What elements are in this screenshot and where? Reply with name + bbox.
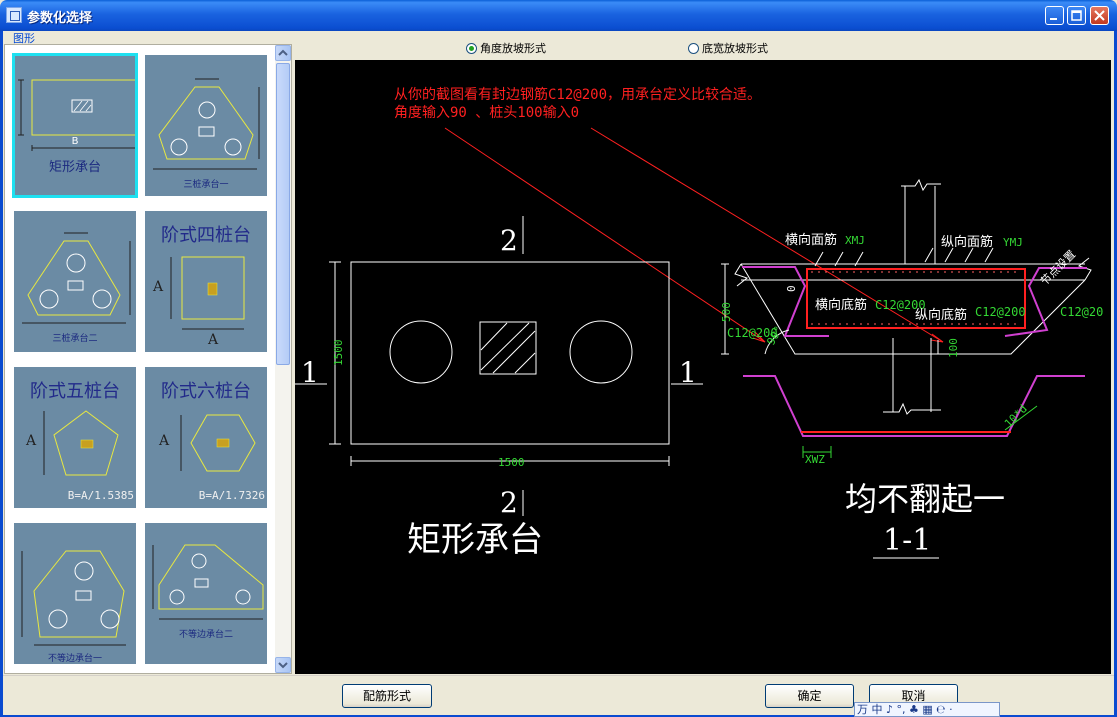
label-ymj-cn: 纵向面筋 [941, 234, 993, 250]
thumb-step-four-pile[interactable]: 阶式四桩台 A A [143, 209, 269, 354]
thumb-dim-label: A [208, 332, 219, 348]
shape-thumbnail-grid: B 矩形承台 三桩承台一 三桩承台二 阶式四桩台 A A 阶式五桩台 A B=A… [5, 45, 275, 673]
radio-circle[interactable] [466, 42, 477, 54]
vertical-scrollbar[interactable] [275, 45, 291, 673]
thumb-caption: 不等边承台一 [47, 654, 102, 664]
section-mark-left: 1 [301, 356, 319, 389]
ok-button[interactable]: 确定 [765, 684, 854, 708]
step-four-pile-drawing [170, 256, 245, 330]
thumb-step-five-pile[interactable]: 阶式五桩台 A B=A/1.5385 [12, 365, 138, 510]
scroll-up-button[interactable] [275, 45, 291, 61]
thumb-step-six-pile[interactable]: 阶式六桩台 A B=A/1.7326 [143, 365, 269, 510]
label-long-bottom-cn: 纵向底筋 [915, 307, 967, 323]
label-xmj-cn: 横向面筋 [785, 232, 837, 248]
app-icon [6, 7, 22, 23]
plan-view: 2 2 1 1 1500 1500 矩形承台 [295, 216, 703, 560]
thumb-uneven-cap-2[interactable]: 不等边承台二 [143, 521, 269, 666]
label-top-bottom-cn: 横向底筋 [815, 297, 867, 313]
radio-circle[interactable] [688, 42, 699, 54]
title-bar: 参数化选择 [0, 0, 1117, 31]
scroll-thumb[interactable] [276, 63, 290, 365]
thumb-caption: 三桩承台一 [183, 180, 229, 190]
uneven-cap-2-drawing [152, 544, 264, 620]
chevron-down-icon [278, 662, 288, 669]
thumb-dim-label: A [159, 433, 170, 449]
minimize-button[interactable] [1045, 6, 1064, 25]
close-button[interactable] [1090, 6, 1109, 25]
label-xwz: XWZ [805, 453, 825, 466]
thumb-dim-label: A [26, 433, 37, 449]
radio-label: 角度放坡形式 [480, 42, 546, 55]
close-icon [1094, 10, 1105, 21]
thumb-caption: 矩形承台 [48, 160, 101, 175]
thumb-formula: B=A/1.7326 [198, 489, 265, 502]
shape-list-panel: B 矩形承台 三桩承台一 三桩承台二 阶式四桩台 A A 阶式五桩台 A B=A… [4, 44, 292, 674]
plan-dim-width: 1500 [498, 456, 525, 469]
thumb-three-pile-2[interactable]: 三桩承台二 [12, 209, 138, 354]
plan-dim-height: 1500 [332, 340, 345, 367]
dim-0: 0 [785, 285, 798, 292]
dim-100: 100 [947, 338, 960, 358]
maximize-icon [1071, 10, 1082, 21]
label-xmj: XMJ [845, 234, 865, 247]
slope-mode-radio-group: 角度放坡形式 底宽放坡形式 [296, 36, 1111, 58]
section-mark-bottom: 2 [500, 486, 518, 519]
thumb-dim-label: A [153, 279, 164, 295]
label-long-bottom-val: C12@200 [975, 305, 1026, 319]
thumb-uneven-cap-1[interactable]: 不等边承台一 [12, 521, 138, 666]
three-pile-1-drawing [153, 78, 260, 170]
label-10d: 10*d [1002, 402, 1030, 430]
thumb-caption: 不等边承台二 [178, 630, 233, 640]
chevron-up-icon [278, 49, 288, 56]
window-title: 参数化选择 [27, 11, 93, 26]
dim-500: 500 [720, 302, 733, 322]
section-mark-right: 1 [679, 356, 697, 389]
section-id: 1-1 [883, 523, 931, 558]
rebar-form-button[interactable]: 配筋形式 [342, 684, 432, 708]
section-caption: 均不翻起一 [845, 480, 1005, 518]
label-right-rebar: C12@20 [1060, 305, 1103, 319]
uneven-cap-1-drawing [21, 550, 126, 646]
note-line-2: 角度输入90 、桩头100输入0 [394, 104, 579, 121]
thumb-formula: B=A/1.5385 [67, 489, 134, 502]
thumb-dim-label: B [71, 136, 79, 147]
section-view: 横向面筋 XMJ 纵向面筋 YMJ 横向底筋 C12@200 纵向底筋 C12@… [720, 178, 1103, 559]
thumb-rect-cap[interactable]: B 矩形承台 [12, 53, 138, 198]
maximize-button[interactable] [1067, 6, 1086, 25]
drawing-canvas: 从你的截图看有封边钢筋C12@200，用承台定义比较合适。 角度输入90 、桩头… [295, 60, 1111, 674]
radio-width-slope[interactable]: 底宽放坡形式 [688, 40, 768, 56]
label-ymj: YMJ [1003, 236, 1023, 249]
radio-angle-slope[interactable]: 角度放坡形式 [466, 40, 546, 56]
minimize-icon [1050, 18, 1057, 20]
plan-title: 矩形承台 [407, 520, 543, 560]
thumb-three-pile-1[interactable]: 三桩承台一 [143, 53, 269, 198]
ime-toolbar[interactable]: 万 中 ♪ °, ♣ ▦ ℮ · [854, 702, 1000, 717]
section-mark-top: 2 [500, 224, 518, 257]
cad-drawing: 从你的截图看有封边钢筋C12@200，用承台定义比较合适。 角度输入90 、桩头… [295, 86, 1103, 560]
note-line-1: 从你的截图看有封边钢筋C12@200，用承台定义比较合适。 [394, 86, 761, 103]
scroll-down-button[interactable] [275, 657, 291, 673]
annotation-arrow-1 [444, 127, 766, 343]
radio-label: 底宽放坡形式 [702, 42, 768, 55]
thumb-caption: 三桩承台二 [52, 334, 98, 344]
